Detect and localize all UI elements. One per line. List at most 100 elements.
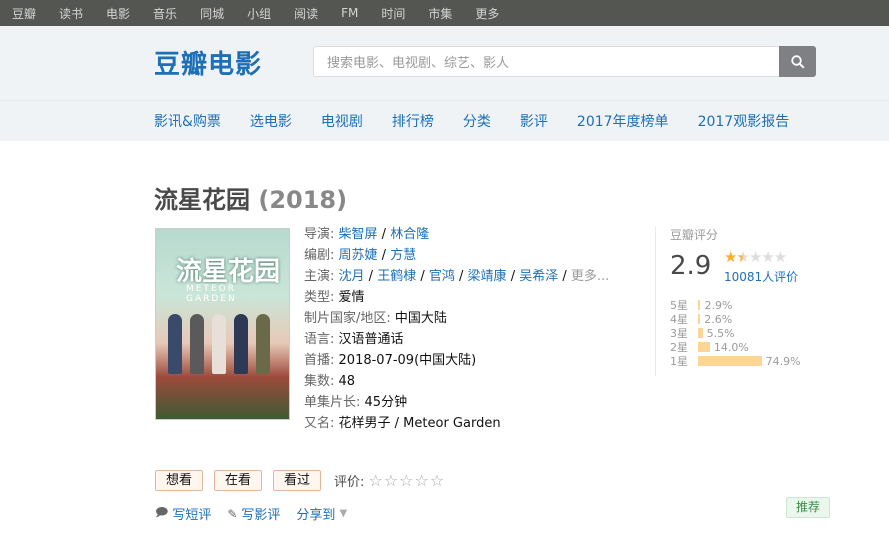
topnav-group[interactable]: 小组 bbox=[247, 5, 271, 22]
watched-button[interactable]: 看过 bbox=[273, 470, 322, 491]
page-title: 流星花园 (2018) bbox=[154, 180, 347, 215]
site-header: 豆瓣电影 搜索电影、电视剧、综艺、影人 bbox=[0, 26, 889, 100]
rating-bar-row: 4星 2.6% bbox=[670, 312, 801, 327]
cast-label: 主演: bbox=[304, 269, 335, 284]
rating-bar-row: 5星 2.9% bbox=[670, 298, 801, 313]
cast-link[interactable]: 梁靖康 bbox=[468, 269, 507, 284]
nav-2017-list[interactable]: 2017年度榜单 bbox=[577, 111, 669, 131]
comment-icon: 🗩 bbox=[155, 505, 169, 519]
director-link[interactable]: 柴智屏 bbox=[339, 227, 378, 242]
rating-bar-row: 1星 74.9% bbox=[670, 354, 801, 369]
rating-bar-percent: 2.6% bbox=[704, 312, 733, 326]
cast-more-link[interactable]: 更多... bbox=[571, 269, 609, 284]
rating-bar-label: 1星 bbox=[670, 355, 688, 368]
write-short-review-link[interactable]: 🗩 写短评 bbox=[155, 503, 211, 524]
rating-votes-link[interactable]: 10081人评价 bbox=[724, 268, 798, 285]
caret-down-icon: ▼ bbox=[339, 508, 348, 519]
topnav-douban[interactable]: 豆瓣 bbox=[12, 5, 36, 22]
nav-reviews[interactable]: 影评 bbox=[520, 111, 548, 131]
bottom-links: 🗩 写短评 ✎ 写影评 分享到 ▼ bbox=[155, 503, 363, 524]
star-full-icon: ★ bbox=[724, 248, 737, 266]
rating-score: 2.9 bbox=[670, 251, 712, 281]
episodes-row: 集数: 48 bbox=[304, 374, 356, 389]
movie-info: 导演: 柴智屏 / 林合隆 编剧: 周苏婕 / 方慧 主演: 沈月 / 王鹤棣 … bbox=[304, 224, 634, 434]
nav-choose-movie[interactable]: 选电影 bbox=[250, 111, 292, 131]
language-row: 语言: 汉语普通话 bbox=[304, 332, 404, 347]
runtime-row: 单集片长: 45分钟 bbox=[304, 395, 408, 410]
director-link[interactable]: 林合隆 bbox=[390, 227, 429, 242]
writer-label: 编剧: bbox=[304, 248, 335, 263]
topnav-market[interactable]: 市集 bbox=[428, 5, 452, 22]
rating-bar-percent: 2.9% bbox=[704, 298, 733, 312]
poster-subtitle: METEOR GARDEN bbox=[186, 284, 237, 304]
topnav-time[interactable]: 时间 bbox=[381, 5, 405, 22]
topnav-fm[interactable]: FM bbox=[341, 6, 358, 20]
writer-row: 编剧: 周苏婕 / 方慧 bbox=[304, 248, 417, 263]
cast-link[interactable]: 沈月 bbox=[339, 269, 365, 284]
recommend-button[interactable]: 推荐 bbox=[786, 497, 830, 518]
cast-row: 主演: 沈月 / 王鹤棣 / 官鸿 / 梁靖康 / 吴希泽 / 更多... bbox=[304, 269, 610, 284]
cast-link[interactable]: 吴希泽 bbox=[519, 269, 558, 284]
rating-bar-percent: 74.9% bbox=[765, 354, 801, 368]
top-global-nav: 豆瓣 读书 电影 音乐 同城 小组 阅读 FM 时间 市集 更多 bbox=[0, 0, 889, 26]
movie-nav: 影讯&购票 选电影 电视剧 排行榜 分类 影评 2017年度榜单 2017观影报… bbox=[0, 100, 889, 141]
release-value: 2018-07-09(中国大陆) bbox=[338, 353, 477, 368]
nav-charts[interactable]: 排行榜 bbox=[392, 111, 434, 131]
release-row: 首播: 2018-07-09(中国大陆) bbox=[304, 353, 477, 368]
movie-title: 流星花园 bbox=[154, 186, 250, 214]
topnav-book[interactable]: 读书 bbox=[59, 5, 83, 22]
rating-label: 豆瓣评分 bbox=[670, 228, 719, 242]
pencil-icon: ✎ bbox=[227, 506, 238, 521]
country-value: 中国大陆 bbox=[394, 311, 447, 326]
writer-link[interactable]: 方慧 bbox=[390, 248, 416, 263]
director-row: 导演: 柴智屏 / 林合隆 bbox=[304, 227, 430, 242]
rating-bar-percent: 5.5% bbox=[706, 326, 735, 340]
director-label: 导演: bbox=[304, 227, 335, 242]
want-to-watch-button[interactable]: 想看 bbox=[155, 470, 204, 491]
search-icon bbox=[790, 54, 805, 69]
runtime-value: 45分钟 bbox=[364, 395, 408, 410]
rating-bar-row: 2星 14.0% bbox=[670, 340, 801, 355]
topnav-music[interactable]: 音乐 bbox=[153, 5, 177, 22]
genre-value: 爱情 bbox=[338, 290, 365, 305]
douban-movie-logo[interactable]: 豆瓣电影 bbox=[154, 44, 262, 81]
write-review-link[interactable]: ✎ 写影评 bbox=[227, 504, 280, 524]
episodes-value: 48 bbox=[338, 374, 356, 389]
cast-link[interactable]: 官鸿 bbox=[429, 269, 455, 284]
star-half-icon: ★ bbox=[736, 248, 749, 266]
aka-value: 花样男子 / Meteor Garden bbox=[338, 416, 501, 431]
share-link[interactable]: 分享到 ▼ bbox=[296, 504, 347, 523]
rating-bar-fill bbox=[698, 342, 710, 352]
rating-bar-fill bbox=[698, 300, 701, 310]
search-button[interactable] bbox=[779, 46, 816, 77]
rate-label: 评价: bbox=[334, 475, 365, 490]
rating-bar-percent: 14.0% bbox=[713, 340, 749, 354]
rate-stars-input[interactable]: ☆☆☆☆☆ bbox=[368, 471, 445, 490]
search-input[interactable]: 搜索电影、电视剧、综艺、影人 bbox=[313, 46, 779, 77]
star-empty-icon: ★★★ bbox=[748, 248, 787, 266]
topnav-read[interactable]: 阅读 bbox=[294, 5, 318, 22]
topnav-more[interactable]: 更多 bbox=[475, 5, 499, 22]
rating-bar-fill bbox=[698, 328, 703, 338]
poster-title: 流星花园 bbox=[176, 257, 281, 287]
topnav-movie[interactable]: 电影 bbox=[106, 5, 130, 22]
watching-button[interactable]: 在看 bbox=[214, 470, 263, 491]
nav-category[interactable]: 分类 bbox=[463, 111, 491, 131]
rating-stars: ★★★★★ bbox=[724, 248, 787, 266]
rating-bar-fill bbox=[698, 356, 762, 366]
movie-poster[interactable]: 流星花园 METEOR GARDEN bbox=[155, 228, 290, 420]
country-row: 制片国家/地区: 中国大陆 bbox=[304, 311, 447, 326]
genre-row: 类型: 爱情 bbox=[304, 290, 365, 305]
writer-link[interactable]: 周苏婕 bbox=[339, 248, 378, 263]
aka-row: 又名: 花样男子 / Meteor Garden bbox=[304, 416, 501, 431]
nav-tv[interactable]: 电视剧 bbox=[321, 111, 363, 131]
rating-bar-row: 3星 5.5% bbox=[670, 326, 801, 341]
action-bar: 想看 在看 看过 评价: ☆☆☆☆☆ bbox=[155, 470, 445, 491]
rating-panel: 豆瓣评分 2.9 ★★★★★ 10081人评价 5星 2.9% 4星 2.6% 3星 5.… bbox=[655, 226, 830, 376]
rating-bar-fill bbox=[698, 314, 701, 324]
topnav-local[interactable]: 同城 bbox=[200, 5, 224, 22]
language-value: 汉语普通话 bbox=[338, 332, 404, 347]
nav-2017-report[interactable]: 2017观影报告 bbox=[698, 111, 790, 131]
nav-tickets[interactable]: 影讯&购票 bbox=[154, 111, 221, 131]
cast-link[interactable]: 王鹤棣 bbox=[377, 269, 416, 284]
